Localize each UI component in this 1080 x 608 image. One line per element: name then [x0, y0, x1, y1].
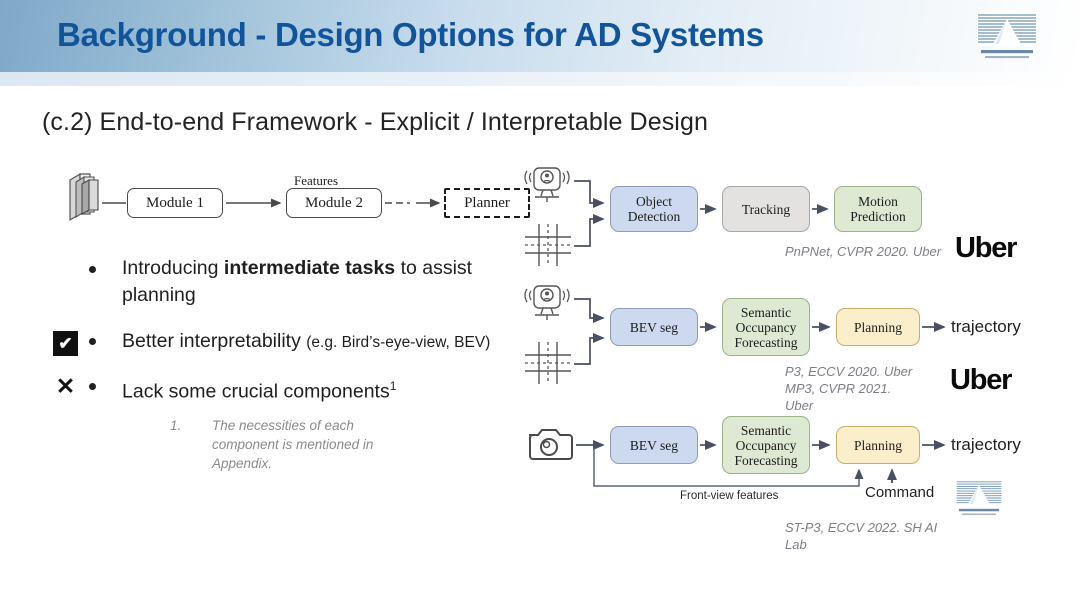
- box-planning-2[interactable]: Planning: [836, 426, 920, 464]
- cross-mark-icon: ✕: [55, 373, 76, 399]
- caption-p3-line3: Uber: [785, 398, 814, 413]
- bullet-1-before: Introducing: [122, 257, 224, 279]
- bullet-1-bold: intermediate tasks: [223, 257, 396, 279]
- box-object-detection[interactable]: Object Detection: [610, 186, 698, 232]
- footnote: 1. The necessities of each component is …: [170, 416, 385, 473]
- box-bev-seg-1[interactable]: BEV seg: [610, 308, 698, 346]
- box-bev-seg-2[interactable]: BEV seg: [610, 426, 698, 464]
- lidar-sensor-icon: [524, 167, 570, 202]
- footnote-text: The necessities of each component is men…: [212, 418, 374, 471]
- caption-stp3-line2: Lab: [785, 537, 807, 552]
- box-sof1-line2: Occupancy: [735, 319, 797, 335]
- shanghai-ai-lab-logo-header: [977, 12, 1037, 59]
- uber-logo-2: Uber: [950, 364, 1012, 396]
- lidar-sensor-icon: [524, 285, 570, 320]
- module-pipeline-diagram: Features Module 1 Module 2 Planner: [64, 168, 530, 230]
- bullet-3-main: Lack some crucial components: [122, 380, 390, 403]
- box-sof2-line2: Occupancy: [735, 437, 797, 453]
- hd-map-icon: [525, 342, 571, 384]
- hd-map-icon: [525, 224, 571, 266]
- bullet-3-text: Lack some crucial components1: [122, 373, 522, 406]
- box-sof2-line3: Forecasting: [734, 452, 798, 468]
- caption-p3-line1: P3, ECCV 2020. Uber: [785, 364, 913, 379]
- box-sof2-line1: Semantic: [740, 422, 792, 438]
- page-title: Background - Design Options for AD Syste…: [57, 16, 764, 53]
- output-trajectory-1: trajectory: [951, 317, 1021, 336]
- bullet-3-superscript: 1: [389, 379, 397, 393]
- bullet-2-text: Better interpretability (e.g. Bird’s-eye…: [122, 328, 522, 356]
- check-mark-icon: ✔: [53, 331, 78, 356]
- bullet-2-main: Better interpretability: [122, 330, 307, 352]
- slide-header-strip: [0, 72, 1080, 86]
- box-object-detection-line1: Object: [635, 194, 672, 209]
- box-sof1-line3: Forecasting: [734, 334, 798, 350]
- box-object-detection-line2: Detection: [627, 209, 681, 224]
- bullet-2-note: (e.g. Bird’s-eye-view, BEV): [306, 334, 491, 351]
- box-tracking[interactable]: Tracking: [722, 186, 810, 232]
- box-motion-prediction-line1: Motion: [858, 194, 898, 209]
- box-motion-prediction[interactable]: Motion Prediction: [834, 186, 922, 232]
- footnote-number: 1.: [170, 418, 182, 433]
- caption-stp3-line1: ST-P3, ECCV 2022. SH AI: [785, 520, 938, 535]
- box-motion-prediction-line2: Prediction: [850, 209, 906, 224]
- module-diagram-connectors: [102, 198, 441, 208]
- shanghai-ai-lab-logo-footer: [955, 479, 1003, 516]
- box-semantic-occupancy-forecasting-1[interactable]: Semantic Occupancy Forecasting: [722, 298, 810, 356]
- bullet-dot-3: [89, 383, 96, 390]
- uber-logo-1: Uber: [955, 232, 1017, 264]
- slide-subtitle: (c.2) End-to-end Framework - Explicit / …: [42, 108, 708, 136]
- output-trajectory-2: trajectory: [951, 435, 1021, 454]
- bullet-dot-1: [89, 266, 96, 273]
- caption-p3-line2: MP3, CVPR 2021.: [785, 381, 892, 396]
- caption-pnpnet: PnPNet, CVPR 2020. Uber: [785, 244, 942, 259]
- box-sof1-line1: Semantic: [740, 304, 792, 320]
- command-label: Command: [865, 484, 935, 501]
- caption-st-p3: ST-P3, ECCV 2022. SH AI Lab: [785, 519, 937, 553]
- bullet-dot-2: [89, 338, 96, 345]
- caption-p3-mp3: P3, ECCV 2020. Uber MP3, CVPR 2021. Uber: [785, 363, 912, 414]
- bullet-1-text: Introducing intermediate tasks to assist…: [122, 255, 492, 309]
- box-semantic-occupancy-forecasting-2[interactable]: Semantic Occupancy Forecasting: [722, 416, 810, 474]
- box-planning-1[interactable]: Planning: [836, 308, 920, 346]
- front-view-features-label: Front-view features: [680, 490, 779, 502]
- camera-icon: [529, 429, 573, 460]
